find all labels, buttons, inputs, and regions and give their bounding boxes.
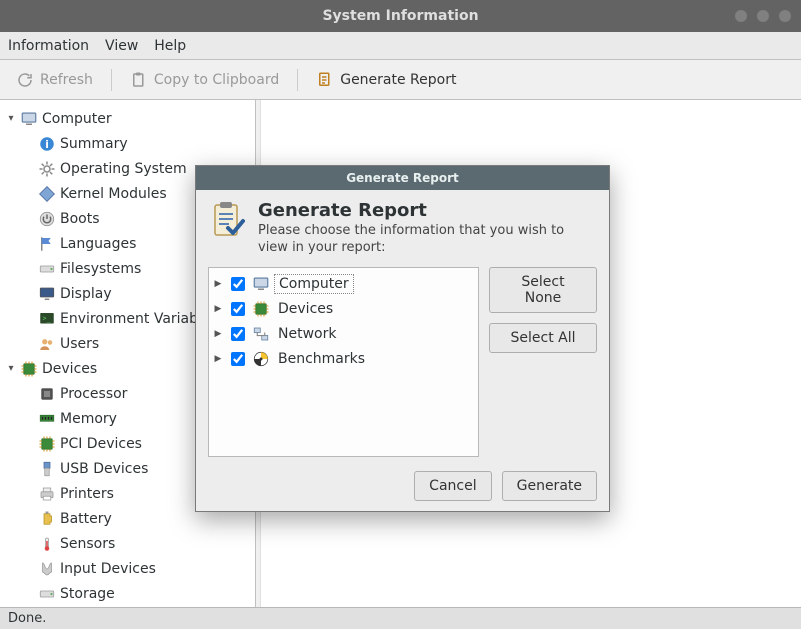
category-checkbox[interactable] bbox=[231, 302, 245, 316]
chip-green-icon bbox=[252, 300, 270, 318]
computer-icon bbox=[252, 275, 270, 293]
report-category-row[interactable]: ▶ Devices bbox=[211, 297, 476, 322]
report-category-row[interactable]: ▶ Computer bbox=[211, 272, 476, 297]
clipboard-check-icon bbox=[208, 200, 248, 240]
expander-icon[interactable]: ▶ bbox=[213, 354, 223, 364]
dialog-heading: Generate Report bbox=[258, 200, 597, 221]
select-none-button[interactable]: Select None bbox=[489, 267, 597, 313]
expander-icon[interactable]: ▶ bbox=[213, 304, 223, 314]
dialog-main: ▶ Computer ▶ Devices ▶ Network ▶ Benchmarks Sel… bbox=[208, 267, 597, 457]
generate-button[interactable]: Generate bbox=[502, 471, 597, 501]
report-category-row[interactable]: ▶ Benchmarks bbox=[211, 347, 476, 372]
modal-overlay: Generate Report Generate Report Please c… bbox=[0, 0, 801, 629]
report-category-row[interactable]: ▶ Network bbox=[211, 322, 476, 347]
category-checkbox[interactable] bbox=[231, 277, 245, 291]
main-window: System Information Information View Help… bbox=[0, 0, 801, 629]
cancel-button[interactable]: Cancel bbox=[414, 471, 491, 501]
dialog-title: Generate Report bbox=[196, 166, 609, 190]
select-all-button[interactable]: Select All bbox=[489, 323, 597, 353]
category-checkbox[interactable] bbox=[231, 352, 245, 366]
dialog-subtitle: Please choose the information that you w… bbox=[258, 223, 597, 257]
expander-icon[interactable]: ▶ bbox=[213, 329, 223, 339]
dialog-side-buttons: Select None Select All bbox=[489, 267, 597, 457]
category-checkbox[interactable] bbox=[231, 327, 245, 341]
generate-report-dialog: Generate Report Generate Report Please c… bbox=[195, 165, 610, 512]
category-label: Benchmarks bbox=[274, 350, 369, 368]
dialog-footer: Cancel Generate bbox=[208, 471, 597, 501]
dialog-body: Generate Report Please choose the inform… bbox=[196, 190, 609, 511]
category-label: Computer bbox=[274, 274, 354, 294]
expander-icon[interactable]: ▶ bbox=[213, 279, 223, 289]
dialog-tree[interactable]: ▶ Computer ▶ Devices ▶ Network ▶ Benchmarks bbox=[208, 267, 479, 457]
dialog-header: Generate Report Please choose the inform… bbox=[208, 200, 597, 257]
benchmark-icon bbox=[252, 350, 270, 368]
network-icon bbox=[252, 325, 270, 343]
category-label: Devices bbox=[274, 300, 337, 318]
category-label: Network bbox=[274, 325, 340, 343]
